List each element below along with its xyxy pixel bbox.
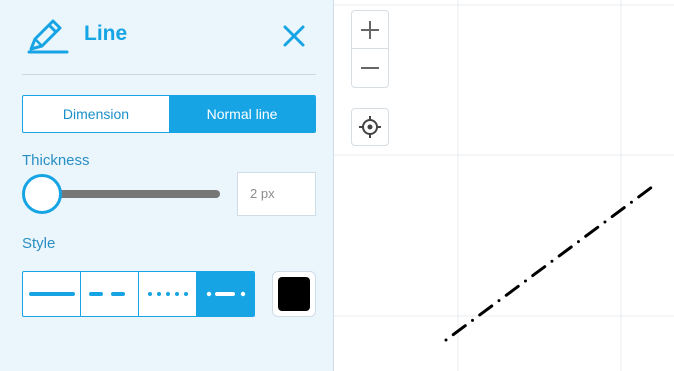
locate-button[interactable] [351, 108, 389, 146]
color-fill [278, 277, 310, 311]
slider-track [42, 190, 220, 198]
line-settings-panel: Line Dimension Normal line Thickness 2 p… [0, 0, 334, 371]
header-divider [22, 74, 316, 75]
solid-line-icon [28, 292, 75, 296]
panel-header: Line [0, 0, 334, 70]
drawing-canvas[interactable] [334, 0, 674, 371]
zoom-out-button[interactable] [352, 49, 388, 87]
line-mode-toggle: Dimension Normal line [22, 95, 316, 133]
style-dash-dot-button[interactable] [197, 272, 254, 316]
line-color-swatch[interactable] [272, 271, 316, 317]
thickness-slider[interactable] [22, 172, 222, 216]
pencil-icon [27, 18, 69, 54]
thickness-label: Thickness [22, 152, 90, 169]
plus-icon [361, 21, 379, 39]
dash-dot-line-icon [206, 291, 245, 297]
thickness-value-field[interactable]: 2 px [237, 172, 316, 216]
mode-dimension-button[interactable]: Dimension [23, 96, 169, 132]
close-icon[interactable] [281, 23, 307, 49]
zoom-controls [351, 10, 389, 88]
mode-normal-line-button[interactable]: Normal line [169, 96, 315, 132]
dashed-line-icon [88, 292, 133, 296]
style-dotted-button[interactable] [139, 272, 197, 316]
zoom-in-button[interactable] [352, 11, 388, 49]
minus-icon [361, 67, 379, 69]
crosshair-icon [359, 116, 381, 138]
style-solid-button[interactable] [23, 272, 81, 316]
dotted-line-icon [147, 292, 191, 296]
line-style-selector [22, 271, 255, 317]
slider-knob[interactable] [22, 174, 62, 214]
style-label: Style [22, 235, 56, 252]
panel-title: Line [84, 22, 128, 45]
style-dashed-button[interactable] [81, 272, 139, 316]
